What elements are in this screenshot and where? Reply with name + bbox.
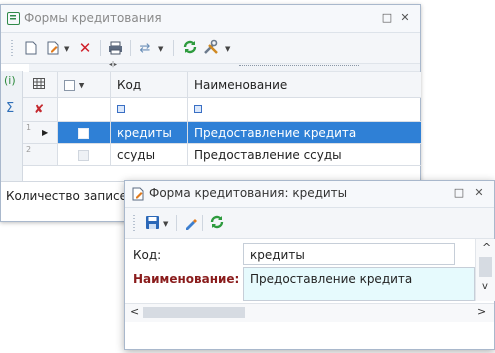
link-dropdown-icon[interactable]: ▼: [158, 45, 163, 53]
scroll-thumb[interactable]: [479, 257, 492, 277]
table-cell-code[interactable]: кредиты: [111, 122, 188, 144]
row-checkbox[interactable]: [78, 128, 89, 139]
detail-form: Код: кредиты Наименование: Предоставлени…: [125, 239, 475, 301]
side-panel: (i) Σ: [1, 71, 23, 194]
filter-cell-code[interactable]: [111, 98, 188, 122]
filter-row-pin[interactable]: ✘: [23, 98, 58, 122]
detail-window: Форма кредитования: кредиты □ ✕ ▼ Код: к…: [124, 180, 495, 350]
row-checkbox[interactable]: [78, 150, 89, 161]
chevron-down-icon[interactable]: ▼: [79, 82, 84, 90]
row-checkbox-cell[interactable]: [58, 122, 111, 144]
tools-dropdown-icon[interactable]: ▼: [225, 45, 230, 53]
toolbar-separator: [130, 40, 131, 56]
toolbar-grip[interactable]: [11, 40, 13, 56]
table-cell-name[interactable]: Предоставление ссуды: [188, 144, 421, 166]
main-toolbar: ▼ ✕ ⇄ ▼ ▼: [1, 33, 420, 64]
filter-cell-check[interactable]: [58, 98, 111, 122]
refresh-icon[interactable]: [209, 214, 225, 230]
detail-window-title: Форма кредитования: кредиты: [149, 186, 348, 200]
scroll-left-icon[interactable]: <: [130, 305, 139, 318]
edit-dropdown-icon[interactable]: ▼: [64, 45, 69, 53]
refresh-icon[interactable]: [182, 39, 198, 55]
scroll-right-icon[interactable]: >: [477, 305, 486, 318]
delete-icon[interactable]: ✕: [77, 39, 93, 57]
edit-icon[interactable]: [45, 40, 61, 56]
link-icon[interactable]: ⇄: [137, 40, 153, 56]
header-checkbox[interactable]: [64, 80, 75, 91]
table-cell-code[interactable]: ссуды: [111, 144, 188, 166]
close-button[interactable]: ✕: [473, 186, 485, 199]
name-field[interactable]: Предоставление кредита: [243, 267, 475, 301]
toolbar-separator: [176, 215, 177, 231]
horizontal-scrollbar[interactable]: < >: [125, 303, 494, 323]
print-icon[interactable]: [107, 40, 123, 56]
data-grid: ▼ Код Наименование ✘ 1 ▶ кредиты Предост…: [23, 72, 421, 190]
row-number: 1: [26, 123, 32, 132]
main-window-title: Формы кредитования: [24, 11, 162, 25]
scroll-thumb[interactable]: [143, 307, 245, 318]
close-button[interactable]: ✕: [399, 11, 411, 24]
filter-icon: [117, 105, 125, 113]
tools-icon[interactable]: [203, 39, 219, 55]
row-checkbox-cell[interactable]: [58, 144, 111, 166]
detail-footer: [125, 322, 494, 349]
table-cell-name[interactable]: Предоставление кредита: [188, 122, 421, 144]
column-resize-strip: ◂|▸: [29, 61, 420, 72]
record-count-label: Количество записей: [6, 189, 135, 203]
row-number: 2: [26, 145, 32, 154]
main-window-titlebar: Формы кредитования □ ✕: [1, 5, 420, 33]
info-tab[interactable]: (i): [4, 74, 16, 87]
detail-toolbar: ▼: [125, 208, 494, 239]
save-dropdown-icon[interactable]: ▼: [163, 220, 168, 228]
edit-form-icon: [132, 187, 145, 201]
restore-button[interactable]: □: [453, 186, 465, 199]
save-icon[interactable]: [144, 214, 160, 230]
filter-icon: [194, 105, 202, 113]
filter-cell-name[interactable]: [188, 98, 421, 122]
code-field[interactable]: кредиты: [243, 243, 455, 265]
toolbar-grip[interactable]: [133, 215, 135, 231]
column-resize-grip[interactable]: ◂|▸: [109, 61, 117, 68]
pen-icon[interactable]: [183, 215, 199, 231]
column-resize-grip[interactable]: [239, 65, 359, 67]
row-indicator[interactable]: 2: [23, 144, 58, 166]
code-label: Код:: [133, 248, 162, 262]
scroll-up-icon[interactable]: ^: [482, 241, 491, 254]
restore-button[interactable]: □: [381, 11, 393, 24]
detail-window-titlebar: Форма кредитования: кредиты □ ✕: [125, 181, 494, 208]
app-form-icon: [7, 12, 20, 25]
row-indicator[interactable]: 1 ▶: [23, 122, 58, 144]
new-doc-icon[interactable]: [23, 40, 39, 56]
grid-corner[interactable]: [23, 72, 58, 98]
column-header-code[interactable]: Код: [111, 72, 188, 98]
name-label: Наименование:: [133, 272, 240, 286]
toolbar-separator: [100, 40, 101, 56]
select-all-checkbox[interactable]: ▼: [58, 72, 111, 98]
sum-tab[interactable]: Σ: [6, 101, 14, 116]
toolbar-separator: [173, 40, 174, 56]
column-header-name[interactable]: Наименование: [188, 72, 421, 98]
toolbar-separator: [202, 215, 203, 231]
pin-icon: ✘: [34, 102, 45, 116]
vertical-scrollbar[interactable]: ^ v: [475, 239, 495, 301]
scroll-down-icon[interactable]: v: [482, 281, 488, 292]
current-row-arrow-icon: ▶: [42, 128, 49, 137]
